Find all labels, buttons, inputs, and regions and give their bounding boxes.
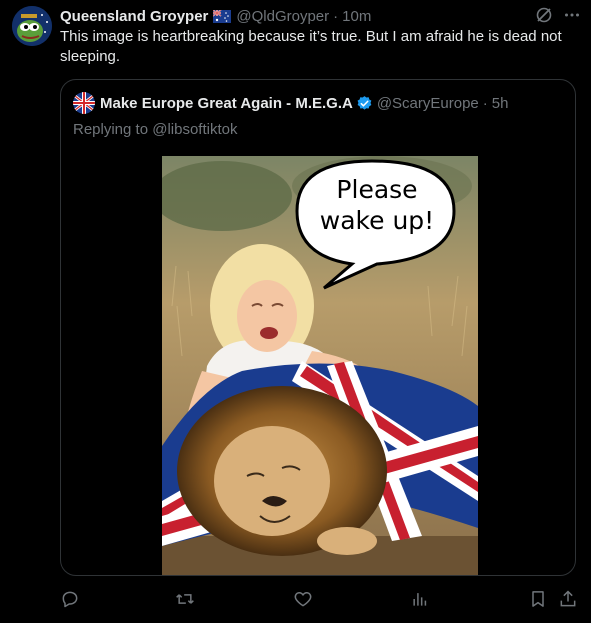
verified-badge-icon (356, 95, 373, 112)
author-handle[interactable]: @QldGroyper (236, 8, 329, 25)
grok-icon[interactable] (535, 6, 553, 24)
share-icon (560, 590, 576, 607)
like-icon (294, 591, 312, 607)
speech-line-2: wake up! (319, 206, 435, 235)
speech-bubble-text: Please wake up! (302, 174, 452, 236)
separator-dot: · (333, 7, 339, 25)
share-button[interactable] (558, 588, 578, 610)
speech-line-1: Please (336, 175, 418, 204)
quoted-author-handle[interactable]: @ScaryEurope (377, 95, 479, 112)
reply-button[interactable] (60, 588, 80, 610)
tweet[interactable]: Queensland Groyper @QldGroyper · 10m Thi… (0, 0, 591, 623)
reply-mention-link[interactable]: @libsoftiktok (152, 121, 237, 138)
views-button[interactable] (410, 588, 430, 610)
header-icons (535, 6, 581, 24)
reply-icon (62, 591, 78, 608)
more-options-icon[interactable] (563, 6, 581, 24)
union-flag-avatar-icon (73, 92, 95, 114)
separator-dot: · (482, 94, 488, 112)
author-name[interactable]: Queensland Groyper (60, 8, 208, 25)
author-avatar[interactable] (12, 6, 52, 46)
bookmark-icon (532, 591, 544, 607)
australia-flag-icon (212, 8, 232, 23)
views-icon (413, 593, 427, 606)
quoted-time[interactable]: 5h (492, 95, 509, 112)
replying-to-prefix: Replying to (73, 121, 153, 138)
tweet-time[interactable]: 10m (342, 8, 371, 25)
quoted-author-name[interactable]: Make Europe Great Again - M.E.G.A (100, 95, 353, 112)
quoted-header: Make Europe Great Again - M.E.G.A @Scary… (73, 92, 508, 114)
retweet-button[interactable] (175, 588, 195, 610)
like-button[interactable] (293, 588, 313, 610)
retweet-icon (176, 594, 194, 604)
replying-to: Replying to @libsoftiktok (73, 121, 237, 138)
pepe-avatar-icon (12, 6, 52, 46)
quoted-image[interactable]: Please wake up! (162, 156, 478, 575)
tweet-header: Queensland Groyper @QldGroyper · 10m (60, 6, 581, 26)
tweet-text: This image is heartbreaking because it’s… (60, 28, 562, 65)
quoted-avatar[interactable] (73, 92, 95, 114)
action-bar (60, 588, 576, 612)
bookmark-button[interactable] (528, 588, 548, 610)
quoted-tweet[interactable]: Make Europe Great Again - M.E.G.A @Scary… (60, 79, 576, 576)
